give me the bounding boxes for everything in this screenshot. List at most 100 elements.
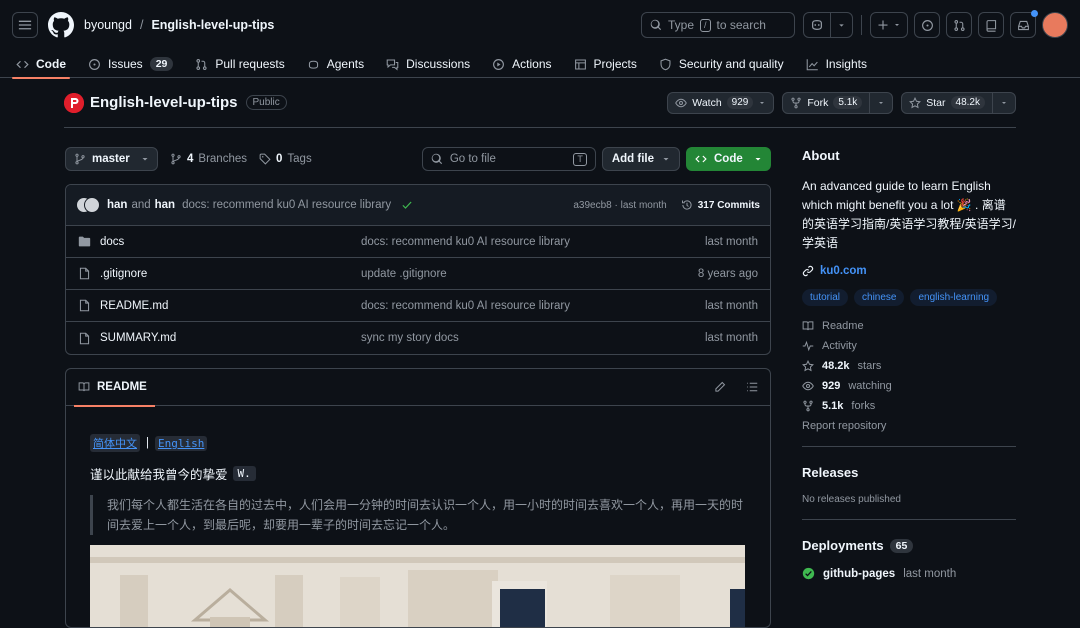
shield-icon [659,58,672,71]
tab-label: Issues [108,57,143,71]
tab-issues[interactable]: Issues 29 [88,50,174,78]
tab-actions[interactable]: Actions [492,50,552,78]
tags-link[interactable]: 0 Tags [259,153,312,165]
releases-heading[interactable]: Releases [802,465,1016,480]
topic-tag[interactable]: english-learning [910,289,998,306]
fork-button[interactable]: Fork 5.1k [782,91,894,114]
breadcrumb-repo[interactable]: English-level-up-tips [151,18,274,32]
repositories-icon[interactable] [978,12,1004,38]
activity-label: Activity [822,340,857,352]
language-separator: | [146,437,149,449]
topic-tag[interactable]: tutorial [802,289,849,306]
create-new-button[interactable] [870,12,908,38]
repo-title[interactable]: English-level-up-tips [90,94,238,111]
deployment-item[interactable]: github-pages last month [802,567,1016,580]
code-button[interactable]: Code [686,147,771,171]
watchers-link[interactable]: 929 watching [802,380,1016,392]
branches-count: 4 [187,153,194,165]
search-input[interactable]: Type / to search [641,12,795,38]
tab-label: Agents [326,57,365,71]
link-simplified-chinese[interactable]: 简体中文 [90,434,140,452]
fork-count: 5.1k [833,96,863,109]
pull-requests-icon[interactable] [946,12,972,38]
file-date: last month [704,299,758,312]
repo-owner-avatar[interactable] [64,92,84,113]
stars-label: stars [857,360,882,372]
commit-avatars[interactable] [76,197,100,213]
issues-icon[interactable] [914,12,940,38]
forks-link[interactable]: 5.1k forks [802,400,1016,412]
file-commit-message[interactable]: update .gitignore [361,268,698,280]
table-row[interactable]: README.md docs: recommend ku0 AI resourc… [66,290,770,322]
readme-label: Readme [822,320,864,332]
topic-tag[interactable]: chinese [854,289,905,306]
link-english[interactable]: English [155,435,208,451]
tab-label: Insights [825,57,867,71]
graph-icon [806,58,819,71]
pencil-icon[interactable] [714,381,726,393]
file-commit-message[interactable]: docs: recommend ku0 AI resource library [361,300,705,312]
readme-link[interactable]: Readme [802,320,1016,332]
language-links: 简体中文 | English [90,434,746,452]
tab-discussions[interactable]: Discussions [386,50,470,78]
file-commit-message[interactable]: sync my story docs [361,332,705,344]
tab-pull-requests[interactable]: Pull requests [195,50,285,78]
branch-selector[interactable]: master [65,147,158,171]
stars-count: 48.2k [822,360,850,372]
tab-agents[interactable]: Agents [307,50,364,78]
tab-insights[interactable]: Insights [806,50,867,78]
go-to-file-input[interactable]: Go to file T [421,147,596,171]
commit-author[interactable]: han [107,199,127,211]
check-icon[interactable] [401,199,413,211]
file-commit-message[interactable]: docs: recommend ku0 AI resource library [361,236,705,248]
tab-readme[interactable]: README [74,369,155,407]
visibility-badge: Public [245,95,287,110]
plus-icon[interactable] [871,13,907,37]
commits-link[interactable]: 317 Commits [681,199,760,211]
file-name[interactable]: .gitignore [100,268,147,280]
commit-message[interactable]: docs: recommend ku0 AI resource library [182,199,391,211]
tab-code[interactable]: Code [12,50,70,79]
star-button[interactable]: Star 48.2k [901,91,1016,114]
table-row[interactable]: .gitignore update .gitignore 8 years ago [66,258,770,290]
divider [861,15,862,35]
activity-link[interactable]: Activity [802,340,1016,352]
menu-icon[interactable] [12,12,38,38]
table-row[interactable]: SUMMARY.md sync my story docs last month [66,322,770,354]
tab-security[interactable]: Security and quality [659,50,784,78]
homepage-link[interactable]: ku0.com [802,265,1016,277]
fork-icon [802,400,814,412]
tab-label: Pull requests [215,57,285,71]
watch-button[interactable]: Watch 929 [667,91,775,114]
table-row[interactable]: docs docs: recommend ku0 AI resource lib… [66,226,770,258]
branches-label: Branches [198,153,247,165]
file-name[interactable]: README.md [100,300,168,312]
github-logo-icon[interactable] [48,12,74,38]
copilot-button[interactable] [803,12,853,38]
star-dropdown[interactable] [992,92,1015,113]
file-name[interactable]: docs [100,236,124,248]
file-name[interactable]: SUMMARY.md [100,332,176,344]
inbox-icon[interactable] [1010,10,1038,38]
agents-icon [307,58,320,71]
code-label: Code [714,153,743,165]
add-file-button[interactable]: Add file [601,147,680,171]
tab-projects[interactable]: Projects [574,50,637,78]
breadcrumb-owner[interactable]: byoungd [84,18,132,32]
commit-coauthor[interactable]: han [155,199,175,211]
list-icon[interactable] [746,381,758,393]
copilot-icon[interactable] [804,13,830,37]
fork-dropdown[interactable] [869,92,892,113]
report-repository-link[interactable]: Report repository [802,420,1016,432]
file-browser: han and han docs: recommend ku0 AI resou… [65,184,771,355]
file-date: 8 years ago [697,267,758,280]
deployments-heading[interactable]: Deployments [802,538,884,553]
commit-sha-time[interactable]: a39ecb8 · last month [573,200,666,211]
tags-label: Tags [287,153,312,165]
chevron-down-icon[interactable] [830,13,852,37]
branches-link[interactable]: 4 Branches [170,153,247,165]
stars-link[interactable]: 48.2k stars [802,360,1016,372]
forks-count: 5.1k [822,400,844,412]
file-icon [78,299,91,312]
avatar[interactable] [1042,12,1068,38]
